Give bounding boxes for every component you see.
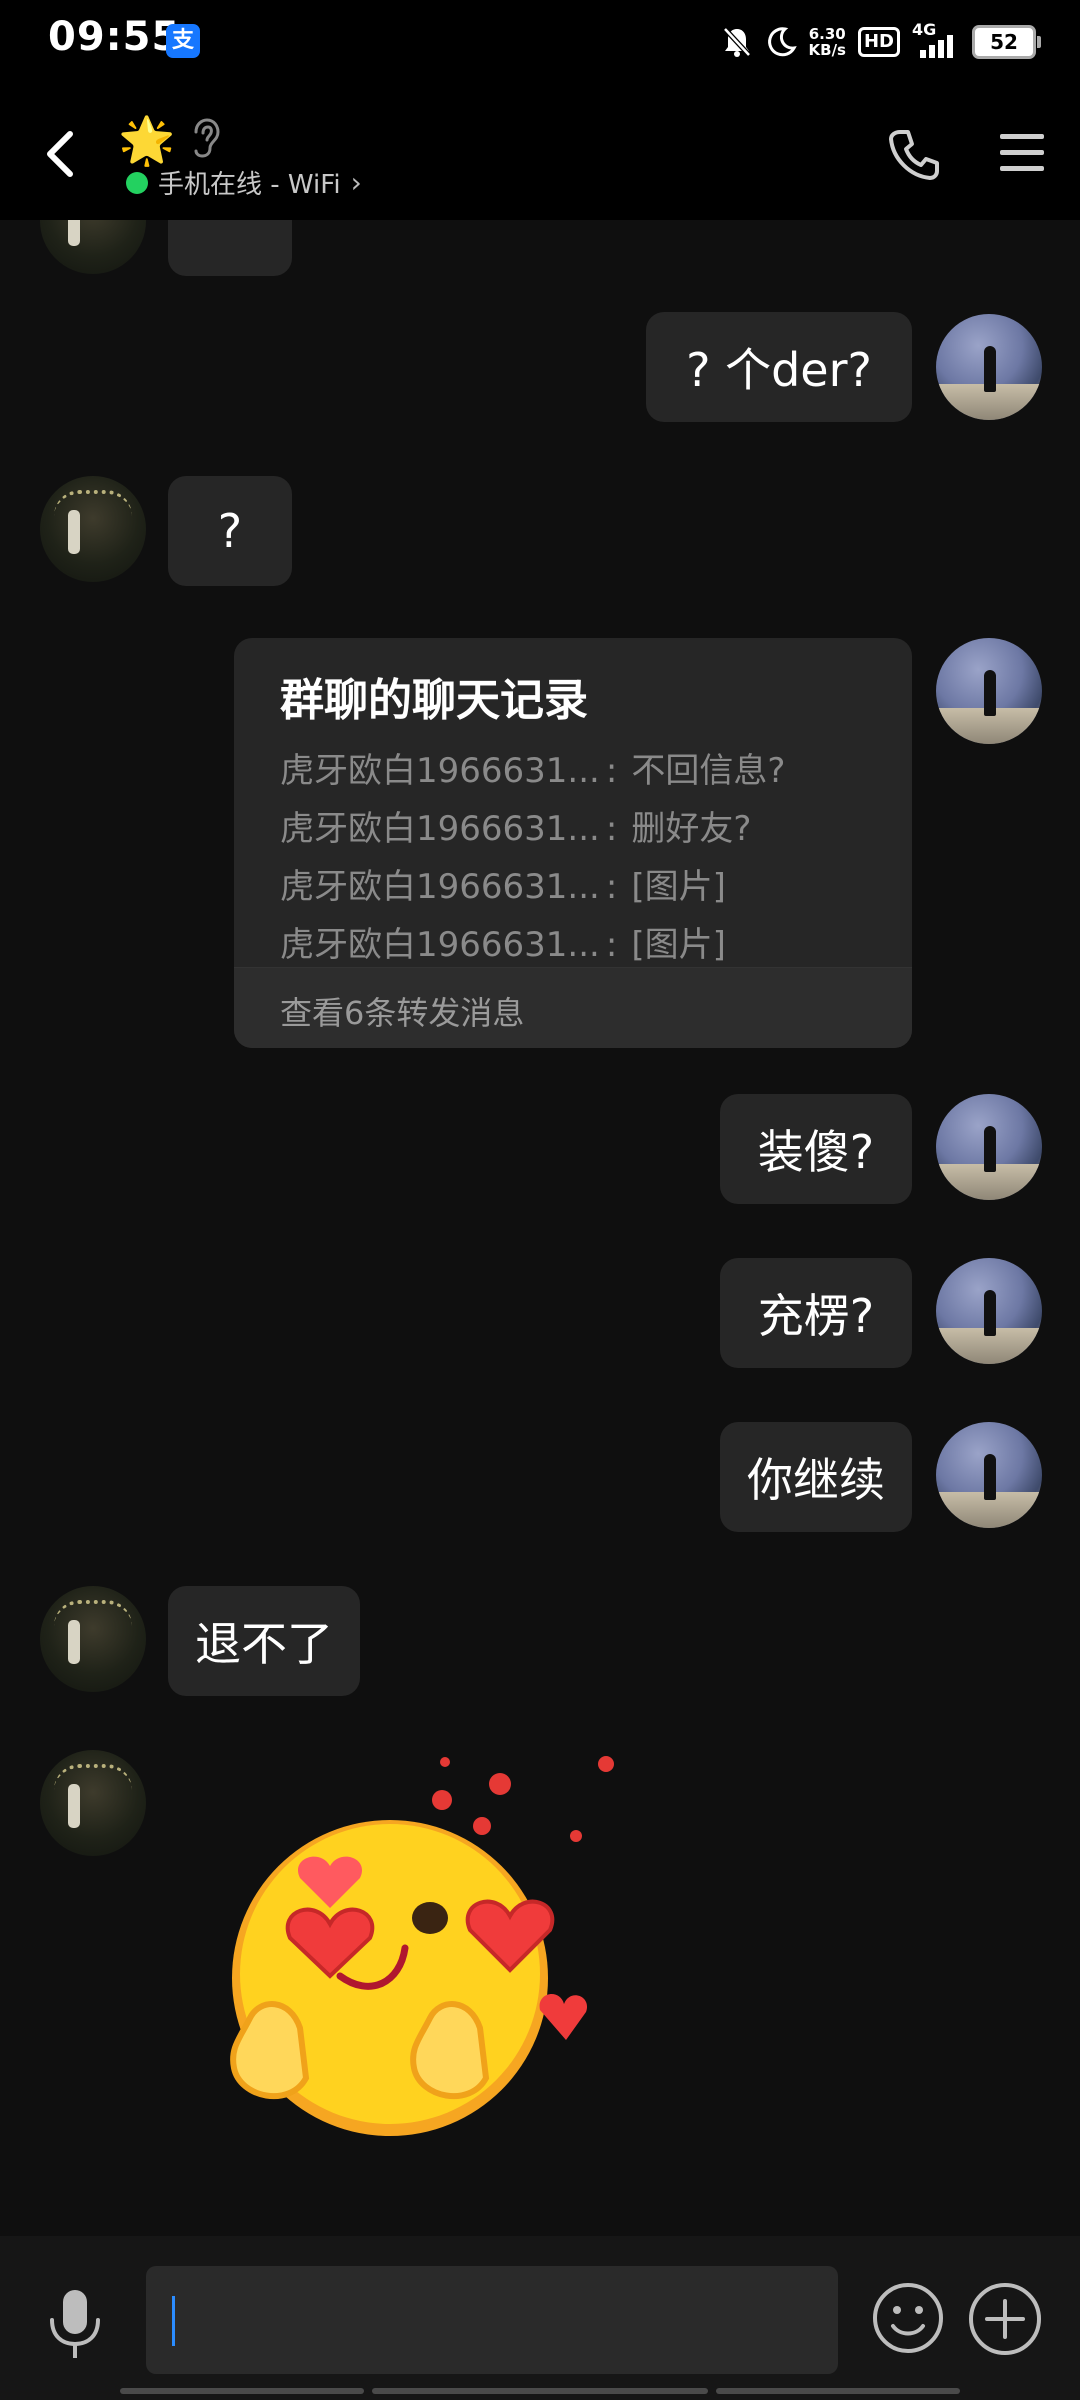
message-input[interactable]	[146, 2266, 838, 2374]
mute-icon	[722, 27, 751, 57]
ear-icon	[194, 118, 220, 158]
contact-avatar[interactable]	[40, 1586, 146, 1692]
hd-badge: HD	[857, 27, 900, 57]
status-time: 09:55	[48, 14, 181, 60]
contact-avatar[interactable]	[40, 220, 146, 274]
message-bubble[interactable]: 退不了	[168, 1586, 360, 1696]
my-avatar[interactable]	[936, 638, 1042, 744]
forward-title: 群聊的聊天记录	[280, 675, 588, 726]
forward-line: 虎牙欧白1966631...: 不回信息?	[280, 751, 786, 791]
heart-eyes-emoji-sticker[interactable]	[220, 1748, 620, 2168]
system-nav-bar	[0, 2386, 1080, 2400]
moon-icon	[767, 27, 797, 57]
microphone-icon[interactable]	[42, 2286, 108, 2362]
net-speed: 6.30 KB/s	[808, 25, 846, 59]
my-avatar[interactable]	[936, 1094, 1042, 1200]
back-icon[interactable]	[36, 124, 86, 184]
plus-icon[interactable]	[966, 2280, 1044, 2358]
online-status[interactable]: 手机在线 - WiFi ›	[126, 164, 362, 201]
forward-line: 虎牙欧白1966631...: [图片]	[280, 867, 726, 907]
my-avatar[interactable]	[936, 1422, 1042, 1528]
chat-header: 🌟 手机在线 - WiFi ›	[0, 84, 1080, 220]
forward-line: 虎牙欧白1966631...: 删好友?	[280, 809, 752, 849]
message-bubble[interactable]: ? 个der?	[646, 312, 912, 422]
my-avatar[interactable]	[936, 1258, 1042, 1364]
contact-avatar[interactable]	[40, 476, 146, 582]
message-bubble[interactable]: 装傻?	[720, 1094, 912, 1204]
text-caret	[172, 2296, 175, 2346]
menu-icon[interactable]	[998, 130, 1046, 176]
phone-icon[interactable]	[886, 126, 942, 182]
alipay-notification-icon: 支	[166, 24, 200, 58]
forwarded-chat-card[interactable]: 群聊的聊天记录 虎牙欧白1966631...: 不回信息? 虎牙欧白1966631…	[234, 638, 912, 1048]
battery-icon: 52	[972, 25, 1041, 59]
online-dot-icon	[126, 171, 148, 194]
message-bubble[interactable]: 充楞?	[720, 1258, 912, 1368]
smile-icon[interactable]	[870, 2280, 946, 2356]
input-bar	[0, 2236, 1080, 2400]
view-forwarded-link[interactable]: 查看6条转发消息	[280, 988, 524, 1034]
online-status-text: 手机在线 - WiFi	[158, 170, 341, 200]
message-bubble-partial[interactable]	[168, 220, 292, 276]
signal-icon: 4G	[912, 20, 960, 60]
message-bubble[interactable]: 你继续	[720, 1422, 912, 1532]
status-icons: 6.30 KB/s HD 4G 52	[721, 16, 1041, 68]
chevron-right-icon: ›	[350, 166, 362, 199]
contact-name[interactable]: 🌟	[118, 112, 175, 168]
forward-preview: 虎牙欧白1966631...: 不回信息? 虎牙欧白1966631...: 删好友?…	[280, 742, 785, 974]
message-bubble[interactable]: ?	[168, 476, 292, 586]
contact-avatar[interactable]	[40, 1750, 146, 1856]
forward-line: 虎牙欧白1966631...: [图片]	[280, 925, 726, 965]
my-avatar[interactable]	[936, 314, 1042, 420]
status-bar: 09:55 支 6.30 KB/s HD 4G 52	[0, 0, 1080, 84]
forward-footer[interactable]: 查看6条转发消息	[234, 967, 912, 1048]
